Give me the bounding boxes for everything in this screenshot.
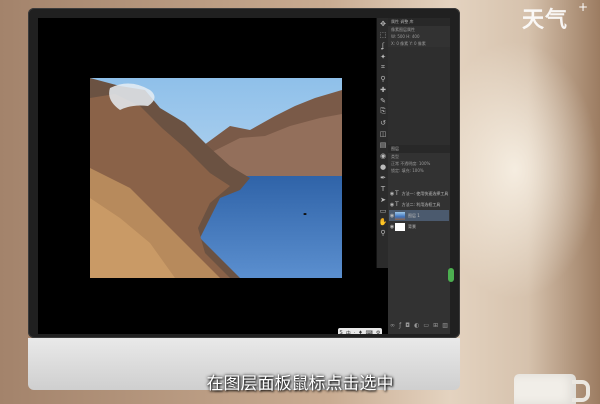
blend-mode[interactable]: 正常 不透明度: 100% bbox=[388, 160, 450, 167]
properties-title: 像素图层属性 bbox=[391, 27, 415, 32]
folder-icon[interactable]: ▭ bbox=[423, 322, 429, 332]
right-panels: 属性 调整 库 像素图层属性 W: 500 H: 400 X: 0 像素 Y: … bbox=[388, 18, 450, 334]
link-icon[interactable]: ∞ bbox=[390, 322, 395, 332]
landscape-image bbox=[90, 78, 342, 278]
lake-photo[interactable] bbox=[90, 78, 342, 278]
layer-thumbnail bbox=[395, 222, 405, 231]
layer-name: 方法二: 利用选框工具 bbox=[401, 201, 441, 207]
mask-icon[interactable]: ◘ bbox=[405, 322, 410, 332]
monitor-bezel: ✥ ⬚ ʆ ✦ ⌗ ⚲ ✚ ✎ ⎘ ↺ ◫ ▤ ◉ ● ✒ T ➤ ▭ ✋ ⚲ 属性 调整 库 像素图层属性 W: 5… bbox=[28, 8, 460, 338]
layer-row-selected[interactable]: ◉ 图层 1 bbox=[389, 210, 449, 221]
ime-item[interactable]: ⚙ bbox=[376, 330, 380, 334]
monitor: ✥ ⬚ ʆ ✦ ⌗ ⚲ ✚ ✎ ⎘ ↺ ◫ ▤ ◉ ● ✒ T ➤ ▭ ✋ ⚲ 属性 调整 库 像素图层属性 W: 5… bbox=[28, 8, 460, 390]
subtitle-caption: 在图层面板鼠标点击选中 bbox=[206, 374, 394, 394]
layer-filter[interactable]: 类型 bbox=[388, 153, 450, 160]
layer-thumbnail bbox=[395, 211, 405, 220]
lock-fill[interactable]: 锁定: 填充: 100% bbox=[388, 167, 450, 174]
document-canvas[interactable] bbox=[38, 18, 376, 324]
green-indicator bbox=[448, 268, 454, 282]
layer-name: 背景 bbox=[408, 223, 416, 229]
new-layer-icon[interactable]: ⊞ bbox=[433, 322, 438, 332]
properties-body bbox=[388, 47, 450, 145]
photoshop-window: ✥ ⬚ ʆ ✦ ⌗ ⚲ ✚ ✎ ⎘ ↺ ◫ ▤ ◉ ● ✒ T ➤ ▭ ✋ ⚲ 属性 调整 库 像素图层属性 W: 5… bbox=[38, 18, 450, 334]
ime-item[interactable]: · bbox=[354, 330, 356, 334]
adjust-icon[interactable]: ◐ bbox=[414, 322, 419, 332]
watermark-plus: + bbox=[578, 0, 589, 14]
ime-item[interactable]: ♦ bbox=[358, 330, 362, 334]
properties-size: W: 500 H: 400 bbox=[391, 34, 420, 39]
properties-position: X: 0 像素 Y: 0 像素 bbox=[391, 41, 426, 46]
layers-tab[interactable]: 图层 bbox=[388, 145, 450, 153]
layers-footer: ∞ ƒ ◘ ◐ ▭ ⊞ ▥ bbox=[388, 322, 450, 332]
ime-toolbar: S 中 · ♦ ⌨ ⚙ bbox=[338, 328, 382, 334]
ime-item[interactable]: S bbox=[340, 330, 343, 334]
properties-tab[interactable]: 属性 调整 库 bbox=[388, 18, 450, 26]
layer-name: 图层 1 bbox=[408, 212, 420, 218]
watermark-logo: 天气 bbox=[522, 8, 569, 33]
text-layer-icon: T bbox=[395, 190, 399, 197]
layer-row[interactable]: ◉ 背景 bbox=[389, 221, 449, 232]
ime-item[interactable]: 中 bbox=[346, 330, 351, 335]
layer-row[interactable]: ◉ T 方法一: 使用快速选择工具 bbox=[389, 188, 449, 199]
text-layer-icon: T bbox=[395, 201, 399, 208]
layer-row[interactable]: ◉ T 方法二: 利用选框工具 bbox=[389, 199, 449, 210]
fx-icon[interactable]: ƒ bbox=[399, 322, 401, 332]
layer-name: 方法一: 使用快速选择工具 bbox=[401, 190, 449, 196]
ime-item[interactable]: ⌨ bbox=[366, 330, 373, 334]
trash-icon[interactable]: ▥ bbox=[442, 322, 448, 332]
